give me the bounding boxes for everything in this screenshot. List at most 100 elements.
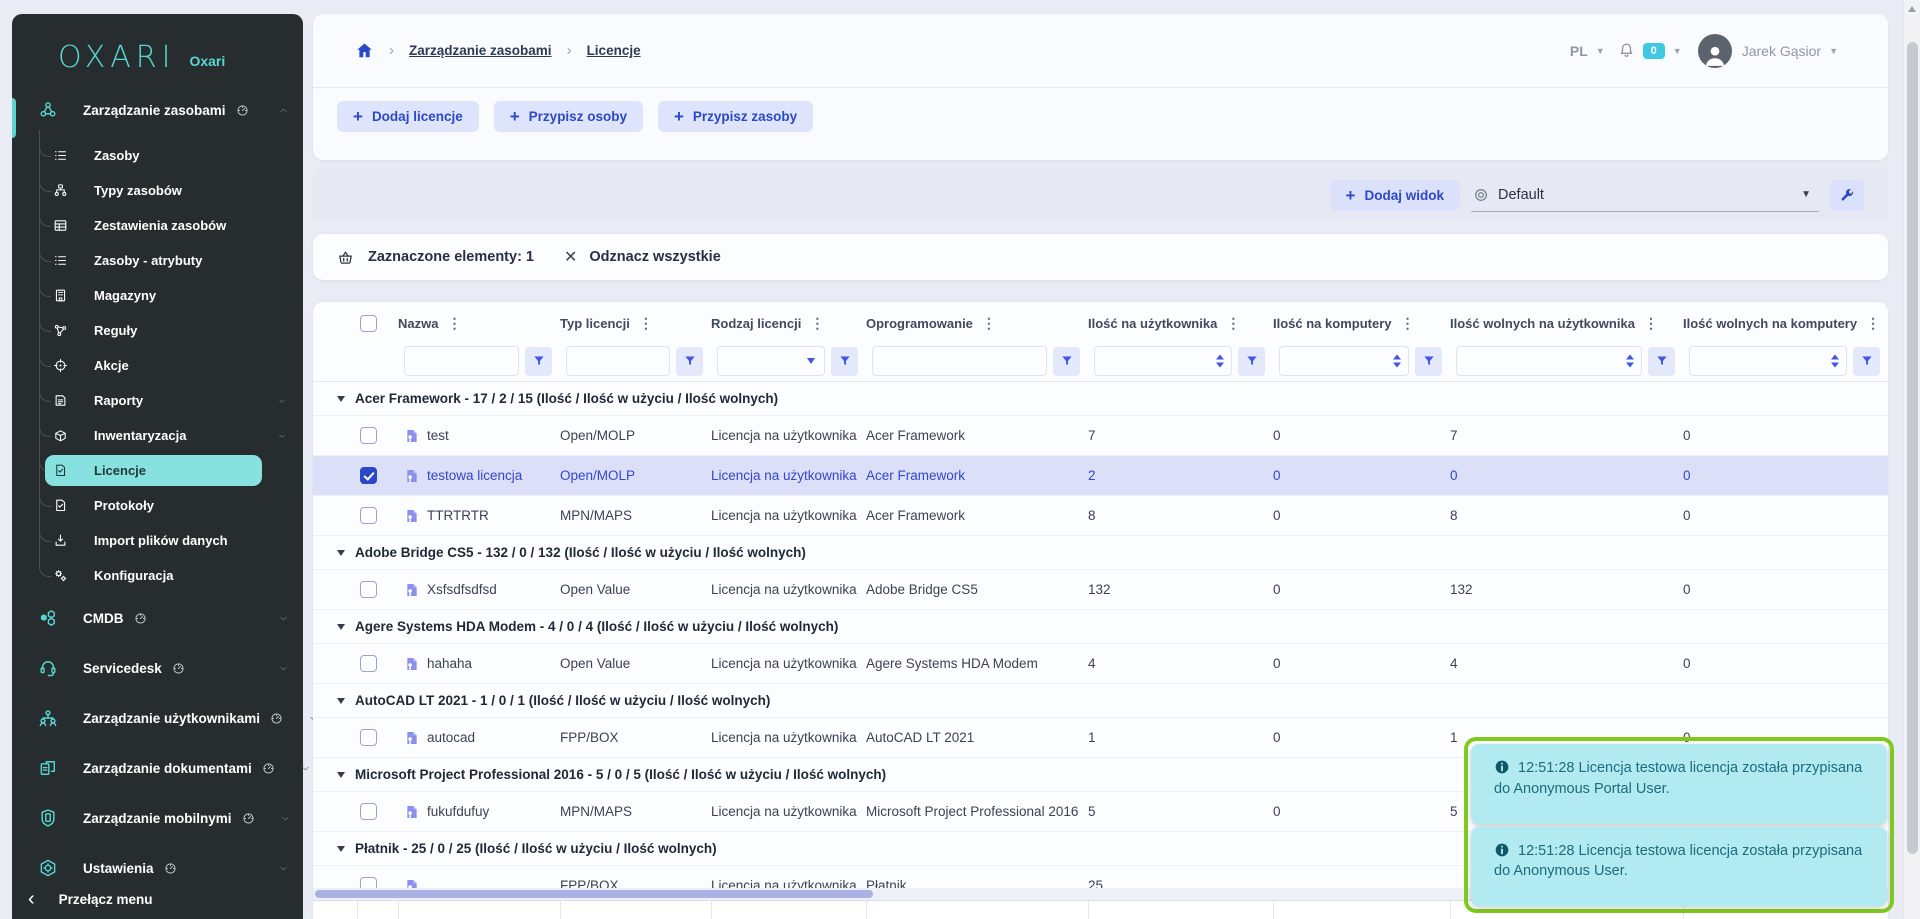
column-menu-icon[interactable]: ⋮ [1226,315,1240,332]
chevron-down-icon[interactable] [280,813,291,824]
row-checkbox[interactable] [360,581,377,598]
select-all-checkbox[interactable] [360,315,377,332]
row-checkbox[interactable] [360,803,377,820]
sidebar-item-magazyny[interactable]: Magazyny [12,278,303,313]
column-menu-icon[interactable]: ⋮ [810,315,824,332]
chevron-down-icon[interactable] [278,613,289,624]
group-header-row[interactable]: Acer Framework - 17 / 2 / 15 (Ilość / Il… [313,382,1888,416]
collapse-group-icon[interactable] [337,846,345,852]
sidebar-item-akcje[interactable]: Akcje [12,348,303,383]
filter-input-nazwa[interactable] [404,346,519,376]
chevron-down-icon[interactable] [277,431,287,441]
column-header-typ-licencji[interactable]: Typ licencji⋮ [560,315,711,332]
sidebar-item-zestawienia-zasobów[interactable]: Zestawienia zasobów [12,208,303,243]
table-row[interactable]: XsfsdfsdfsdOpen ValueLicencja na użytkow… [313,570,1888,610]
column-header-ilość-na-użytkownika[interactable]: Ilość na użytkownika⋮ [1088,315,1273,332]
view-selector[interactable]: Default ▼ [1471,178,1819,212]
toast-notification[interactable]: 12:51:28Licencja testowa licencja został… [1471,744,1887,824]
group-header-row[interactable]: Adobe Bridge CS5 - 132 / 0 / 132 (Ilość … [313,536,1888,570]
column-header-nazwa[interactable]: Nazwa⋮ [398,315,560,332]
collapse-group-icon[interactable] [337,624,345,630]
vertical-scrollbar-thumb[interactable] [1907,42,1918,854]
view-settings-button[interactable] [1830,180,1864,211]
number-spinner-icons[interactable] [1626,355,1634,368]
filter-button-oprogramowanie[interactable] [1053,347,1080,376]
chevron-down-icon[interactable] [300,763,311,774]
column-menu-icon[interactable]: ⋮ [1866,315,1880,332]
filter-input-typ-licencji[interactable] [566,346,670,376]
filter-input-rodzaj-licencji[interactable] [717,346,825,376]
notifications-bell-icon[interactable] [1617,41,1636,60]
chevron-down-icon[interactable] [278,863,289,874]
column-menu-icon[interactable]: ⋮ [639,315,653,332]
sidebar-item-typy-zasobów[interactable]: Typy zasobów [12,173,303,208]
number-spinner-icons[interactable] [1393,355,1401,368]
collapse-group-icon[interactable] [337,396,345,402]
toast-notification[interactable]: 12:51:28Licencja testowa licencja został… [1471,827,1887,907]
sidebar-group-zarządzanie-mobilnymi[interactable]: Zarządzanie mobilnymi [12,793,303,843]
chevron-down-icon[interactable]: ▼ [1596,46,1605,56]
sidebar-group-zarządzanie-dokumentami[interactable]: Zarządzanie dokumentami [12,743,303,793]
row-checkbox[interactable] [360,467,377,484]
number-spinner-icons[interactable] [1831,355,1839,368]
sidebar-group-ustawienia[interactable]: Ustawienia [12,843,303,893]
filter-input-ilość-wolnych-na-użytkownika[interactable] [1456,346,1642,376]
column-header-ilość-na-komputery[interactable]: Ilość na komputery⋮ [1273,315,1450,332]
sidebar-group-servicedesk[interactable]: Servicedesk [12,643,303,693]
chevron-down-icon[interactable]: ▼ [1829,46,1838,56]
oxari-logo[interactable]: OXARI Oxari [12,14,303,80]
row-checkbox[interactable] [360,507,377,524]
select-caret-icon[interactable] [807,358,815,364]
table-row[interactable]: TTRTRTRMPN/MAPSLicencja na użytkownikaAc… [313,496,1888,536]
sidebar-item-raporty[interactable]: Raporty [12,383,303,418]
column-menu-icon[interactable]: ⋮ [447,315,461,332]
filter-input-oprogramowanie[interactable] [872,346,1047,376]
filter-button-ilość-wolnych-na-komputery[interactable] [1853,347,1880,376]
filter-button-typ-licencji[interactable] [676,347,703,376]
chevron-down-icon[interactable]: ▼ [1673,46,1682,56]
filter-input-ilość-na-komputery[interactable] [1279,346,1409,376]
breadcrumb-link-licencje[interactable]: Licencje [587,43,641,58]
home-icon[interactable] [355,41,374,60]
group-header-row[interactable]: AutoCAD LT 2021 - 1 / 0 / 1 (Ilość / Ilo… [313,684,1888,718]
collapse-group-icon[interactable] [337,550,345,556]
sidebar-group-cmdb[interactable]: CMDB [12,593,303,643]
avatar[interactable] [1698,34,1732,68]
chevron-down-icon[interactable] [277,396,287,406]
sidebar-item-import-plików-danych[interactable]: Import plików danych [12,523,303,558]
column-menu-icon[interactable]: ⋮ [1400,315,1414,332]
filter-input-ilość-na-użytkownika[interactable] [1094,346,1232,376]
scroll-up-icon[interactable] [1908,6,1916,12]
sidebar-group-zarządzanie-użytkownikami[interactable]: Zarządzanie użytkownikami [12,693,303,743]
number-spinner-icons[interactable] [1216,355,1224,368]
collapse-group-icon[interactable] [337,772,345,778]
column-menu-icon[interactable]: ⋮ [1644,315,1658,332]
sidebar-item-reguły[interactable]: Reguły [12,313,303,348]
column-header-oprogramowanie[interactable]: Oprogramowanie⋮ [866,315,1088,332]
filter-button-ilość-na-komputery[interactable] [1415,347,1442,376]
sidebar-item-inwentaryzacja[interactable]: Inwentaryzacja [12,418,303,453]
column-menu-icon[interactable]: ⋮ [982,315,996,332]
group-header-row[interactable]: Agere Systems HDA Modem - 4 / 0 / 4 (Ilo… [313,610,1888,644]
row-checkbox[interactable] [360,655,377,672]
action-button-przypisz-zasoby[interactable]: +Przypisz zasoby [658,101,813,132]
filter-button-rodzaj-licencji[interactable] [831,347,858,376]
table-row[interactable]: testowa licencjaOpen/MOLPLicencja na uży… [313,456,1888,496]
sidebar-group-zarządzanie-zasobami[interactable]: Zarządzanie zasobami [12,90,303,130]
breadcrumb-link-zarzadzanie-zasobami[interactable]: Zarządzanie zasobami [409,43,552,58]
row-checkbox[interactable] [360,427,377,444]
vertical-scrollbar[interactable] [1903,0,1920,919]
sidebar-item-licencje[interactable]: Licencje [12,453,303,488]
filter-input-ilość-wolnych-na-komputery[interactable] [1689,346,1847,376]
column-header-ilość-wolnych-na-komputery[interactable]: Ilość wolnych na komputery⋮ [1683,315,1888,332]
filter-button-ilość-wolnych-na-użytkownika[interactable] [1648,347,1675,376]
user-menu[interactable]: Jarek Gąsior [1742,43,1821,59]
collapse-group-icon[interactable] [337,698,345,704]
sidebar-item-zasoby[interactable]: Zasoby [12,138,303,173]
language-selector[interactable]: PL [1570,43,1588,59]
chevron-down-icon[interactable] [278,663,289,674]
horizontal-scrollbar-thumb[interactable] [315,890,873,898]
table-row[interactable]: hahahaOpen ValueLicencja na użytkownikaA… [313,644,1888,684]
filter-button-nazwa[interactable] [525,347,552,376]
action-button-dodaj-licencje[interactable]: +Dodaj licencje [337,101,479,132]
